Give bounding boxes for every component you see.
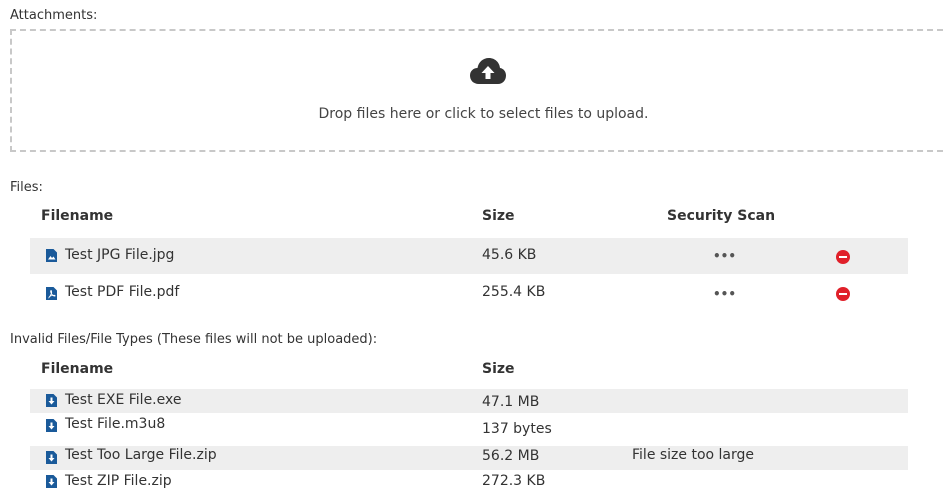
invalid-file-row: Test File.m3u8 137 bytes xyxy=(30,413,908,437)
file-row: Test JPG File.jpg 45.6 KB ••• xyxy=(30,238,908,274)
invalid-file-row: Test ZIP File.zip 272.3 KB xyxy=(30,470,908,494)
invalid-file-size: 56.2 MB xyxy=(482,448,540,464)
invalid-file-row: Test Too Large File.zip 56.2 MB File siz… xyxy=(30,446,908,470)
file-row: Test PDF File.pdf 255.4 KB ••• xyxy=(30,276,908,312)
download-file-icon xyxy=(46,451,57,464)
pdf-file-icon xyxy=(46,287,57,300)
files-label: Files: xyxy=(10,180,43,195)
download-file-icon xyxy=(46,475,57,488)
invalid-file-name: Test File.m3u8 xyxy=(65,416,166,432)
files-header-filename: Filename xyxy=(41,208,114,224)
files-header-size: Size xyxy=(482,208,515,224)
remove-file-button[interactable] xyxy=(836,287,850,301)
invalid-header-filename: Filename xyxy=(41,361,114,377)
invalid-file-name: Test Too Large File.zip xyxy=(65,447,217,463)
file-size: 45.6 KB xyxy=(482,247,537,263)
file-dropzone[interactable]: Drop files here or click to select files… xyxy=(10,29,943,152)
invalid-file-size: 47.1 MB xyxy=(482,394,540,410)
download-file-icon xyxy=(46,419,57,432)
attachments-label: Attachments: xyxy=(10,8,98,23)
cloud-upload-icon xyxy=(470,58,506,84)
invalid-file-size: 272.3 KB xyxy=(482,473,546,489)
invalid-file-row: Test EXE File.exe 47.1 MB xyxy=(30,389,908,413)
invalid-file-note: File size too large xyxy=(632,447,755,463)
files-header-security-scan: Security Scan xyxy=(667,208,776,224)
file-name: Test PDF File.pdf xyxy=(65,284,180,300)
invalid-files-label: Invalid Files/File Types (These files wi… xyxy=(10,332,378,347)
image-file-icon xyxy=(46,249,57,262)
invalid-file-name: Test EXE File.exe xyxy=(65,392,182,408)
scan-pending-icon: ••• xyxy=(713,249,737,263)
invalid-file-size: 137 bytes xyxy=(482,421,552,437)
scan-pending-icon: ••• xyxy=(713,287,737,301)
invalid-file-name: Test ZIP File.zip xyxy=(65,473,172,489)
dropzone-instruction: Drop files here or click to select files… xyxy=(318,106,649,122)
file-name: Test JPG File.jpg xyxy=(65,247,175,263)
download-file-icon xyxy=(46,394,57,407)
invalid-header-size: Size xyxy=(482,361,515,377)
remove-file-button[interactable] xyxy=(836,250,850,264)
file-size: 255.4 KB xyxy=(482,284,546,300)
